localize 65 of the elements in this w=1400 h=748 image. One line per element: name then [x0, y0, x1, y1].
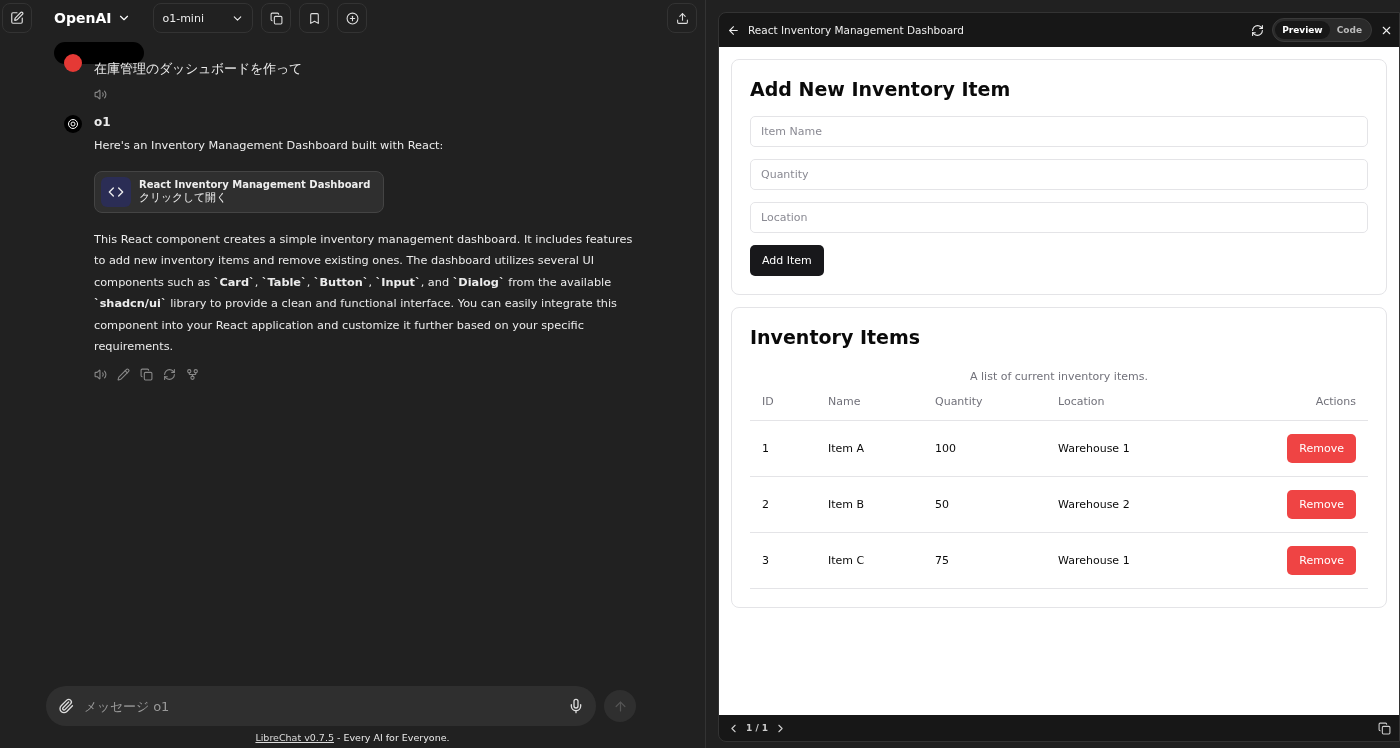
table-cell: Item C — [816, 533, 923, 589]
column-header: Location — [1046, 389, 1278, 421]
copy-icon — [269, 11, 283, 25]
refresh-icon[interactable] — [1251, 23, 1265, 37]
bookmark-button[interactable] — [299, 3, 330, 33]
pencil-square-icon — [10, 11, 24, 25]
table-cell: Item A — [816, 421, 923, 477]
card-title: Inventory Items — [750, 326, 922, 348]
input-field[interactable]: Quantity — [750, 159, 1368, 190]
table-caption: A list of current inventory items. — [969, 370, 1149, 383]
view-tab[interactable]: Code — [1329, 21, 1369, 39]
column-header: Actions — [1278, 389, 1368, 421]
copy-icon[interactable] — [140, 367, 153, 381]
microphone-icon[interactable] — [568, 698, 584, 714]
remove-button[interactable]: Remove — [1287, 490, 1356, 519]
footer-text: LibreChat v0.7.5 - Every AI for Everyone. — [254, 731, 451, 745]
table-cell: 100 — [923, 421, 1046, 477]
card-title: Add New Inventory Item — [750, 78, 1012, 100]
input-field[interactable]: Location — [750, 202, 1368, 233]
table-cell: 50 — [923, 477, 1046, 533]
back-icon[interactable] — [727, 23, 740, 37]
regenerate-icon[interactable] — [163, 367, 176, 381]
message-text: Here's an Inventory Management Dashboard built with React: — [94, 138, 445, 154]
message-field[interactable]: メッセージ o1 — [46, 686, 596, 726]
message-text: 在庫管理のダッシュボードを作って — [94, 60, 303, 78]
table-cell: 1 — [750, 421, 816, 477]
author-name: o1 — [94, 115, 112, 129]
column-header: ID — [750, 389, 816, 421]
pencil-icon[interactable] — [117, 367, 130, 381]
fork-icon[interactable] — [186, 367, 199, 381]
add-button[interactable] — [337, 3, 368, 33]
table-cell: 3 — [750, 533, 816, 589]
table-cell: 75 — [923, 533, 1046, 589]
add-item-button[interactable]: Add Item — [750, 245, 824, 276]
copy-icon[interactable] — [1378, 721, 1391, 735]
artifact-button[interactable]: React Inventory Management Dashboard クリックして開く — [94, 170, 384, 213]
share-button[interactable] — [667, 3, 697, 33]
page-indicator: 1 / 1 — [746, 723, 769, 733]
remove-button[interactable]: Remove — [1287, 546, 1356, 575]
table-cell: Item B — [816, 477, 923, 533]
user-avatar — [64, 54, 82, 72]
input-field[interactable]: Item Name — [750, 116, 1368, 147]
bookmark-icon — [307, 11, 321, 25]
code-icon — [101, 176, 131, 207]
model-select[interactable]: o1-mini — [153, 3, 254, 33]
view-tab[interactable]: Preview — [1275, 21, 1330, 39]
paperclip-icon[interactable] — [58, 698, 74, 714]
column-header: Quantity — [923, 389, 1046, 421]
message-input[interactable]: メッセージ o1 — [82, 697, 560, 715]
upload-icon — [675, 11, 689, 25]
panel-title: React Inventory Management Dashboard — [748, 24, 965, 36]
remove-button[interactable]: Remove — [1287, 434, 1356, 463]
endpoint-menu[interactable]: OpenAI — [40, 10, 146, 26]
table-cell: Warehouse 1 — [1046, 533, 1278, 589]
speaker-icon[interactable] — [94, 367, 107, 381]
new-chat-button[interactable] — [2, 3, 32, 33]
table-cell: Warehouse 2 — [1046, 477, 1278, 533]
plus-circle-icon — [345, 11, 359, 25]
column-header: Name — [816, 389, 923, 421]
version-link[interactable]: LibreChat v0.7.5 — [255, 732, 334, 743]
copy-button[interactable] — [261, 3, 292, 33]
message-text: This React component creates a simple inventory management dashboard. It includes features to add new inventory items and remove existing ones. The dashboard utilizes several UI components such as `Card`, `Table`, `Button`, `Input`, and `Dialog` from the available `shadcn/ui` library to provide a clean and functional interface. You can easily integrate this component into your React application and customize it further based on your specific requirements. — [94, 231, 634, 355]
speaker-icon[interactable] — [94, 88, 107, 101]
table-cell: 2 — [750, 477, 816, 533]
table-cell: Warehouse 1 — [1046, 421, 1278, 477]
